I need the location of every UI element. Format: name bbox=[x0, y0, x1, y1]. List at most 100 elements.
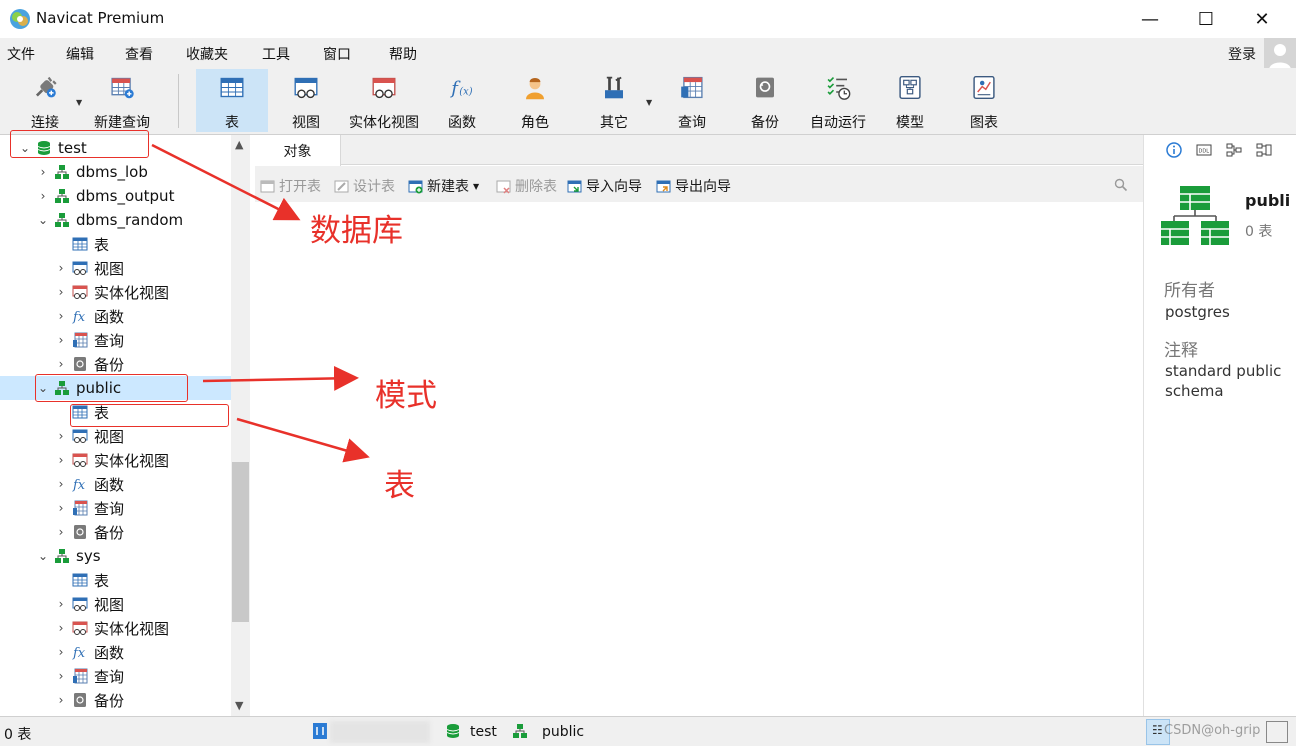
detail-view-button[interactable] bbox=[1266, 721, 1288, 743]
tree-node-tables[interactable]: 表 bbox=[54, 400, 109, 424]
expand-chevron-icon[interactable]: › bbox=[54, 525, 68, 539]
expand-chevron-icon[interactable]: › bbox=[54, 645, 68, 659]
search-icon[interactable] bbox=[1114, 178, 1128, 192]
expand-chevron-icon[interactable]: › bbox=[54, 285, 68, 299]
tree-node-queries[interactable]: › 查询 bbox=[54, 328, 124, 352]
expand-chevron-icon[interactable]: › bbox=[54, 309, 68, 323]
backup-button[interactable]: 备份 bbox=[741, 69, 789, 132]
login-link[interactable]: 登录 bbox=[1228, 44, 1256, 64]
query-button[interactable]: 查询 bbox=[668, 69, 716, 132]
tree-node-schema-sys[interactable]: ⌄ sys bbox=[36, 544, 101, 568]
collapse-chevron-icon[interactable]: ⌄ bbox=[36, 213, 50, 227]
tree-node-database-test[interactable]: ⌄ test bbox=[18, 136, 87, 160]
tree-node-schema-dbms-lob[interactable]: › dbms_lob bbox=[36, 160, 148, 184]
expand-chevron-icon[interactable]: › bbox=[54, 429, 68, 443]
minimize-button[interactable]: — bbox=[1122, 0, 1178, 38]
export-wizard-button[interactable]: 导出向导 bbox=[656, 176, 731, 196]
model-button[interactable]: 模型 bbox=[886, 69, 934, 132]
usage-icon[interactable] bbox=[1256, 142, 1272, 158]
menu-help[interactable]: 帮助 bbox=[389, 44, 417, 64]
menu-favorites[interactable]: 收藏夹 bbox=[186, 44, 228, 64]
tree-node-backups[interactable]: › 备份 bbox=[54, 352, 124, 376]
tree-node-backups[interactable]: › 备份 bbox=[54, 520, 124, 544]
scrollbar-thumb[interactable] bbox=[232, 462, 249, 622]
new-query-button[interactable]: 新建查询 bbox=[90, 69, 154, 132]
expand-chevron-icon[interactable]: › bbox=[54, 357, 68, 371]
expand-chevron-icon[interactable]: › bbox=[54, 621, 68, 635]
tree-node-schema-dbms-random[interactable]: ⌄ dbms_random bbox=[36, 208, 183, 232]
new-table-dropdown-icon[interactable]: ▼ bbox=[473, 182, 479, 191]
tree-scrollbar[interactable]: ▲ ▼ bbox=[231, 135, 250, 716]
tree-node-tables[interactable]: 表 bbox=[54, 568, 109, 592]
info-icon[interactable] bbox=[1166, 142, 1182, 158]
maximize-button[interactable]: ☐ bbox=[1178, 0, 1234, 38]
menu-file[interactable]: 文件 bbox=[7, 44, 35, 64]
tree-node-queries[interactable]: › 查询 bbox=[54, 664, 124, 688]
tree-node-views[interactable]: › 视图 bbox=[54, 424, 124, 448]
open-table-label: 打开表 bbox=[279, 179, 321, 195]
table-button[interactable]: 表 bbox=[196, 69, 268, 132]
dependency-icon[interactable] bbox=[1226, 142, 1242, 158]
objects-list-area[interactable] bbox=[255, 202, 1143, 716]
import-wizard-button[interactable]: 导入向导 bbox=[567, 176, 642, 196]
collapse-chevron-icon[interactable]: ⌄ bbox=[36, 381, 50, 395]
tree-node-queries[interactable]: › 查询 bbox=[54, 496, 124, 520]
tree-node-functions[interactable]: › fx 函数 bbox=[54, 304, 124, 328]
status-bar: 0 表 test public ☷ CSDN@oh-grip bbox=[0, 716, 1296, 746]
expand-chevron-icon[interactable]: › bbox=[54, 669, 68, 683]
menu-edit[interactable]: 编辑 bbox=[66, 44, 94, 64]
other-button[interactable]: 其它 bbox=[590, 69, 638, 132]
collapse-chevron-icon[interactable]: ⌄ bbox=[18, 141, 32, 155]
scroll-down-icon[interactable]: ▼ bbox=[235, 699, 243, 712]
function-button[interactable]: f (x) 函数 bbox=[438, 69, 486, 132]
view-button[interactable]: 视图 bbox=[282, 69, 330, 132]
design-table-button[interactable]: 设计表 bbox=[334, 176, 395, 196]
tree-label: 函数 bbox=[94, 475, 125, 494]
expand-chevron-icon[interactable]: › bbox=[54, 453, 68, 467]
expand-chevron-icon[interactable]: › bbox=[54, 693, 68, 707]
main-toolbar: 连接 ▼ 新建查询 表 视图 实体化视图 f (x) 函数 角色 其它 ▼ 查询… bbox=[0, 68, 1296, 135]
new-table-button[interactable]: 新建表 ▼ bbox=[408, 176, 479, 196]
ddl-icon[interactable]: DDL bbox=[1196, 142, 1212, 158]
other-dropdown-icon[interactable]: ▼ bbox=[646, 98, 652, 107]
connect-dropdown-icon[interactable]: ▼ bbox=[76, 98, 82, 107]
tree-node-materialized-views[interactable]: › 实体化视图 bbox=[54, 616, 169, 640]
avatar[interactable] bbox=[1264, 38, 1296, 70]
design-table-icon bbox=[334, 180, 349, 192]
collapse-chevron-icon[interactable]: ⌄ bbox=[36, 549, 50, 563]
tree-node-tables[interactable]: 表 bbox=[54, 232, 109, 256]
tree-label: 查询 bbox=[94, 667, 125, 686]
delete-table-button[interactable]: 删除表 bbox=[496, 176, 557, 196]
menu-tools[interactable]: 工具 bbox=[262, 44, 290, 64]
tree-node-materialized-views[interactable]: › 实体化视图 bbox=[54, 280, 169, 304]
menu-window[interactable]: 窗口 bbox=[323, 44, 351, 64]
tree-node-views[interactable]: › 视图 bbox=[54, 592, 124, 616]
expand-chevron-icon[interactable]: › bbox=[54, 501, 68, 515]
expand-chevron-icon[interactable]: › bbox=[54, 333, 68, 347]
expand-chevron-icon[interactable]: › bbox=[54, 261, 68, 275]
tree-node-backups[interactable]: › 备份 bbox=[54, 688, 124, 712]
connect-button[interactable]: 连接 bbox=[18, 69, 72, 132]
expand-chevron-icon[interactable]: › bbox=[54, 597, 68, 611]
tree-node-schema-public[interactable]: ⌄ public bbox=[0, 376, 231, 400]
materialized-view-button[interactable]: 实体化视图 bbox=[344, 69, 424, 132]
tree-label: 实体化视图 bbox=[94, 619, 170, 638]
autorun-button[interactable]: 自动运行 bbox=[806, 69, 870, 132]
close-button[interactable]: ✕ bbox=[1234, 0, 1290, 38]
tab-objects[interactable]: 对象 bbox=[255, 135, 341, 166]
tree-node-views[interactable]: › 视图 bbox=[54, 256, 124, 280]
menu-view[interactable]: 查看 bbox=[125, 44, 153, 64]
scroll-up-icon[interactable]: ▲ bbox=[235, 138, 243, 151]
tree-node-materialized-views[interactable]: › 实体化视图 bbox=[54, 448, 169, 472]
open-table-button[interactable]: 打开表 bbox=[260, 176, 321, 196]
expand-chevron-icon[interactable]: › bbox=[36, 189, 50, 203]
tree-node-schema-dbms-output[interactable]: › dbms_output bbox=[36, 184, 175, 208]
expand-chevron-icon[interactable]: › bbox=[54, 477, 68, 491]
role-button[interactable]: 角色 bbox=[511, 69, 559, 132]
expand-chevron-icon[interactable]: › bbox=[36, 165, 50, 179]
info-table-count: 0 表 bbox=[1245, 224, 1273, 240]
tree-node-functions[interactable]: › fx 函数 bbox=[54, 640, 124, 664]
tree-node-functions[interactable]: › fx 函数 bbox=[54, 472, 124, 496]
view-icon bbox=[72, 429, 88, 443]
chart-button[interactable]: 图表 bbox=[960, 69, 1008, 132]
